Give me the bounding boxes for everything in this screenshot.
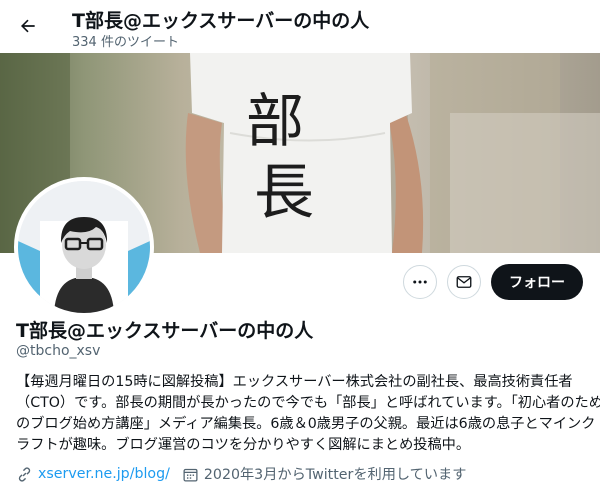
profile-meta: xserver.ne.jp/blog/ 2020年3月からTwitterを利用し…: [16, 464, 478, 484]
calendar-icon: [183, 468, 198, 482]
profile-name: T部長@エックスサーバーの中の人: [16, 320, 314, 342]
arrow-left-icon: [21, 19, 35, 33]
bio-line: 【毎週月曜日の15時に図解投稿】エックスサーバー株式会社の副社長、最高技術責任者: [16, 374, 573, 390]
joined-date: 2020年3月からTwitterを利用しています: [203, 467, 467, 483]
profile-bio: 【毎週月曜日の15時に図解投稿】エックスサーバー株式会社の副社長、最高技術責任者…: [16, 372, 600, 456]
profile-handle: @tbcho_xsv: [16, 343, 101, 359]
avatar[interactable]: [14, 177, 154, 317]
back-button[interactable]: [12, 10, 44, 42]
bio-line: （CTO）です。部長の期間が長かったので今でも「部長」と呼ばれています。「初心者…: [16, 395, 600, 411]
page-title: T部長@エックスサーバーの中の人: [72, 10, 370, 32]
bio-line: ラフトが趣味。ブログ運営のコツを分かりやすく図解にまとめ投稿中。: [16, 437, 471, 453]
profile-website-link[interactable]: xserver.ne.jp/blog/: [38, 466, 170, 482]
profile-actions: フォロー: [403, 264, 583, 300]
shirt-text-1: 部: [246, 87, 304, 155]
tweet-count: 334 件のツイート: [72, 35, 179, 50]
follow-button[interactable]: フォロー: [491, 264, 583, 300]
joined-item: 2020年3月からTwitterを利用しています: [182, 464, 467, 484]
more-button[interactable]: [403, 265, 437, 299]
link-icon: [18, 466, 31, 482]
bio-line: のブログ始め方講座」メディア編集長。6歳＆0歳男子の父親。最近は6歳の息子とマイ…: [16, 416, 596, 432]
more-icon: [413, 280, 427, 284]
mail-icon: [456, 276, 472, 288]
profile-link-item: xserver.ne.jp/blog/: [16, 466, 170, 483]
profile-header: T部長@エックスサーバーの中の人 334 件のツイート: [0, 0, 600, 53]
shirt-text-2: 長: [254, 158, 314, 228]
message-button[interactable]: [447, 265, 481, 299]
